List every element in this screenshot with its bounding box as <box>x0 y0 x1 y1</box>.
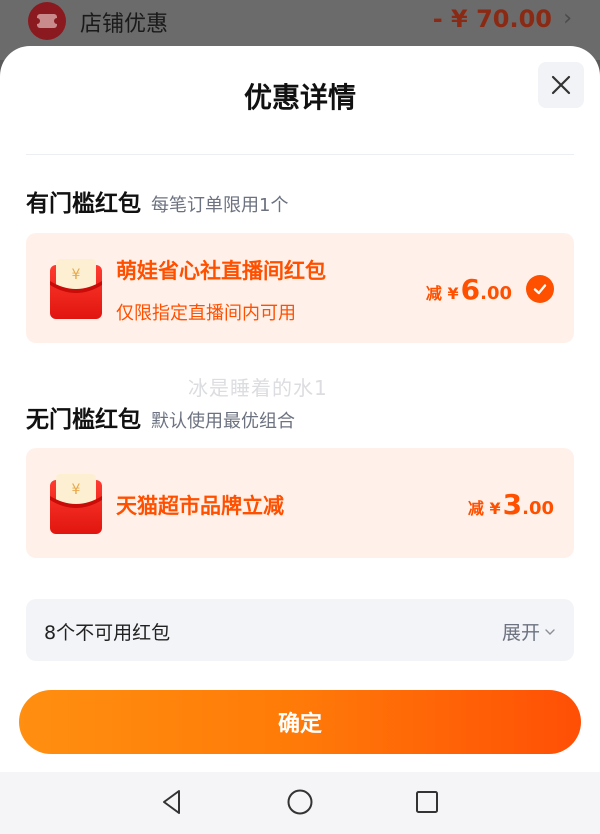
expand-label: 展开 <box>501 622 540 644</box>
chevron-down-icon <box>545 628 555 635</box>
svg-text:¥: ¥ <box>72 267 81 283</box>
nav-home-icon <box>287 789 313 815</box>
system-navigation-bar <box>0 772 600 834</box>
red-packet-card-livestream[interactable]: ¥ 萌娃省心社直播间红包 仅限指定直播间内可用 减 ¥ 6 .00 <box>26 233 574 343</box>
chevron-right-icon: › <box>563 6 572 31</box>
amount-prefix: 减 ¥ <box>467 499 501 518</box>
section-subtitle: 每笔订单限用1个 <box>151 195 289 216</box>
selected-checkbox[interactable] <box>526 275 554 303</box>
check-icon <box>533 284 547 295</box>
home-button[interactable] <box>285 787 315 817</box>
section-title: 有门槛红包 <box>26 191 141 217</box>
section-title: 无门槛红包 <box>26 407 141 433</box>
red-envelope-icon: ¥ <box>50 474 102 534</box>
card-amount: 减 ¥ 3 .00 <box>468 488 554 521</box>
amount-integer: 3 <box>502 488 523 521</box>
back-button[interactable] <box>158 787 188 817</box>
sheet-title: 优惠详情 <box>243 81 356 114</box>
background-title: 店铺优惠 <box>80 12 169 37</box>
coupon-icon <box>28 2 66 40</box>
section-no-threshold-header: 无门槛红包 默认使用最优组合 <box>26 400 295 434</box>
recents-button[interactable] <box>412 787 442 817</box>
close-icon <box>551 75 571 95</box>
amount-decimal: .00 <box>480 283 512 304</box>
card-amount: 减 ¥ 6 .00 <box>426 273 512 306</box>
amount-prefix: 减 ¥ <box>425 284 459 303</box>
card-subtitle: 仅限指定直播间内可用 <box>116 303 296 324</box>
svg-text:¥: ¥ <box>72 482 81 498</box>
unavailable-red-packets-row[interactable]: 8个不可用红包 展开 <box>26 599 574 661</box>
background-amount: - ¥ 70.00 <box>432 5 552 33</box>
section-threshold-header: 有门槛红包 每笔订单限用1个 <box>26 184 288 218</box>
nav-recents-icon <box>416 791 438 813</box>
watermark-text: 冰是睡着的水1 <box>188 376 328 400</box>
confirm-button[interactable]: 确定 <box>19 690 581 754</box>
card-name: 萌娃省心社直播间红包 <box>116 259 326 283</box>
nav-back-icon <box>163 790 180 814</box>
unavailable-label: 8个不可用红包 <box>44 622 171 644</box>
expand-button[interactable]: 展开 <box>502 618 556 645</box>
red-envelope-icon: ¥ <box>50 259 102 319</box>
card-name: 天猫超市品牌立减 <box>116 494 284 518</box>
section-subtitle: 默认使用最优组合 <box>151 411 295 432</box>
close-button[interactable] <box>538 62 584 108</box>
red-packet-card-tmall[interactable]: ¥ 天猫超市品牌立减 减 ¥ 3 .00 <box>26 448 574 558</box>
amount-integer: 6 <box>460 273 481 306</box>
discount-detail-sheet: 优惠详情 有门槛红包 每笔订单限用1个 ¥ 萌娃省心社直播间红包 仅限指定直播间… <box>0 46 600 772</box>
divider <box>26 154 574 155</box>
amount-decimal: .00 <box>522 498 554 519</box>
